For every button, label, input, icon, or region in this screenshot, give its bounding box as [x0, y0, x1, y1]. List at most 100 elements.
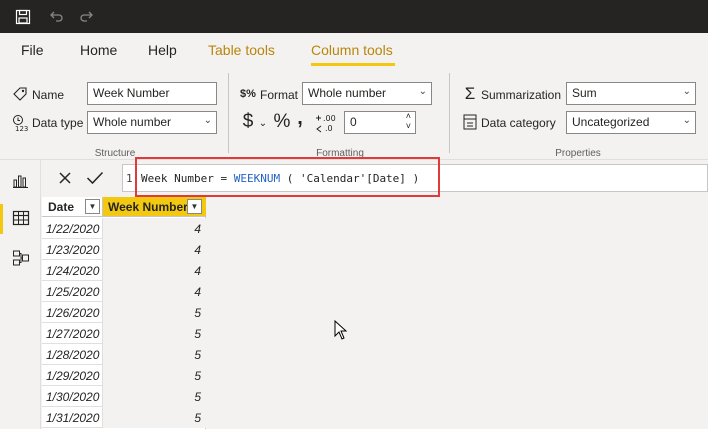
week-number-cell[interactable]: 4	[103, 239, 206, 260]
decimal-places-icon: .00.0	[314, 112, 338, 134]
name-label: Name	[32, 88, 65, 102]
formula-open-paren: (	[286, 172, 294, 185]
tab-help[interactable]: Help	[148, 42, 177, 58]
table-row[interactable]: 1/25/2020 4	[42, 281, 206, 302]
model-view-icon	[12, 249, 30, 270]
formula-argument: 'Calendar'[Date]	[299, 172, 406, 185]
svg-text:123: 123	[15, 125, 28, 132]
tab-column-tools[interactable]: Column tools	[311, 42, 393, 58]
data-category-icon	[462, 113, 478, 131]
formula-input[interactable]: 1 Week Number = WEEKNUM ( 'Calendar'[Dat…	[122, 164, 708, 192]
formula-close-paren: )	[412, 172, 420, 185]
chevron-down-icon: ⌄	[203, 115, 212, 126]
week-number-cell[interactable]: 4	[103, 281, 206, 302]
undo-icon[interactable]	[46, 7, 66, 27]
data-view-button[interactable]	[0, 200, 41, 238]
chevron-down-icon: ⌄	[418, 86, 427, 97]
week-number-cell[interactable]: 4	[103, 260, 206, 281]
week-number-cell[interactable]: 5	[103, 365, 206, 386]
decimal-places-value: 0	[350, 115, 357, 129]
mouse-cursor-icon	[334, 319, 348, 343]
empty-canvas	[207, 197, 708, 429]
currency-button[interactable]: $	[240, 111, 256, 133]
save-icon[interactable]	[13, 7, 33, 27]
week-number-cell[interactable]: 5	[103, 302, 206, 323]
week-number-cell[interactable]: 5	[103, 323, 206, 344]
summarization-select[interactable]: Sum ⌄	[566, 82, 696, 105]
formula-column-name: Week Number	[141, 172, 214, 185]
table-row[interactable]: 1/31/2020 5	[42, 407, 206, 428]
date-cell[interactable]: 1/30/2020	[42, 386, 103, 407]
week-number-cell[interactable]: 5	[103, 407, 206, 428]
group-divider	[449, 73, 450, 153]
date-cell[interactable]: 1/31/2020	[42, 407, 103, 428]
formula-bar: 1 Week Number = WEEKNUM ( 'Calendar'[Dat…	[42, 160, 708, 197]
chevron-down-icon[interactable]: ▼	[85, 199, 100, 214]
commit-formula-button[interactable]	[80, 164, 110, 194]
svg-text:.0: .0	[325, 124, 333, 133]
table-row[interactable]: 1/22/2020 4	[42, 218, 206, 239]
percent-button[interactable]: %	[272, 111, 292, 133]
chevron-down-icon: ⌄	[682, 115, 691, 126]
summarization-label: Summarization	[481, 88, 562, 102]
data-type-value: Whole number	[93, 115, 172, 129]
table-row[interactable]: 1/23/2020 4	[42, 239, 206, 260]
formula-function: WEEKNUM	[233, 172, 281, 185]
data-category-select[interactable]: Uncategorized ⌄	[566, 111, 696, 134]
spinner-down-icon[interactable]: ˅	[406, 121, 411, 131]
table-row[interactable]: 1/24/2020 4	[42, 260, 206, 281]
sigma-icon: Σ	[464, 84, 476, 103]
column-header-date[interactable]: Date ▼	[42, 197, 103, 217]
name-input[interactable]: Week Number	[87, 82, 217, 105]
comma-button[interactable]: ,	[295, 107, 305, 129]
svg-text:.00: .00	[323, 114, 336, 123]
title-bar	[0, 0, 708, 33]
data-table: Date ▼ Week Number ▼ 1/22/2020 4 1/23/2020…	[42, 197, 206, 429]
data-category-label: Data category	[481, 116, 556, 130]
week-number-cell[interactable]: 4	[103, 218, 206, 239]
tab-table-tools[interactable]: Table tools	[208, 42, 275, 58]
view-switcher	[0, 160, 41, 429]
tab-file[interactable]: File	[21, 42, 44, 58]
week-number-cell[interactable]: 5	[103, 386, 206, 407]
table-row[interactable]: 1/28/2020 5	[42, 344, 206, 365]
decimal-places-input[interactable]: 0 ˄ ˅	[344, 111, 416, 134]
redo-icon[interactable]	[77, 7, 97, 27]
table-row[interactable]: 1/26/2020 5	[42, 302, 206, 323]
formula-expression: Week Number = WEEKNUM ( 'Calendar'[Date]…	[141, 172, 419, 185]
date-cell[interactable]: 1/22/2020	[42, 218, 103, 239]
format-select[interactable]: Whole number ⌄	[302, 82, 432, 105]
date-cell[interactable]: 1/29/2020	[42, 365, 103, 386]
table-row[interactable]: 1/29/2020 5	[42, 365, 206, 386]
tab-home[interactable]: Home	[80, 42, 117, 58]
group-divider	[228, 73, 229, 153]
table-row[interactable]: 1/27/2020 5	[42, 323, 206, 344]
name-input-value: Week Number	[93, 86, 170, 100]
formatting-group-label: Formatting	[316, 148, 364, 159]
properties-group-label: Properties	[555, 148, 601, 159]
chevron-down-icon[interactable]: ⌄	[258, 117, 268, 129]
date-cell[interactable]: 1/25/2020	[42, 281, 103, 302]
format-value: Whole number	[308, 86, 387, 100]
week-number-cell[interactable]: 5	[103, 344, 206, 365]
date-cell[interactable]: 1/27/2020	[42, 323, 103, 344]
date-cell[interactable]: 1/26/2020	[42, 302, 103, 323]
cancel-formula-button[interactable]	[50, 164, 80, 194]
spinner-up-icon[interactable]: ˄	[406, 112, 411, 121]
report-view-button[interactable]	[0, 162, 41, 200]
column-header-week-number[interactable]: Week Number ▼	[103, 197, 206, 217]
data-type-select[interactable]: Whole number ⌄	[87, 111, 217, 134]
date-cell[interactable]: 1/23/2020	[42, 239, 103, 260]
column-header-label: Date	[48, 199, 75, 214]
date-cell[interactable]: 1/24/2020	[42, 260, 103, 281]
data-type-icon: 123	[11, 114, 31, 132]
data-category-value: Uncategorized	[572, 115, 650, 129]
data-type-label: Data type	[32, 116, 84, 130]
ribbon: Name Week Number 123 Data type Whole num…	[0, 67, 708, 160]
ribbon-tabs: File Home Help Table tools Column tools	[0, 33, 708, 67]
model-view-button[interactable]	[0, 240, 41, 278]
report-view-icon	[12, 171, 30, 192]
date-cell[interactable]: 1/28/2020	[42, 344, 103, 365]
table-row[interactable]: 1/30/2020 5	[42, 386, 206, 407]
chevron-down-icon[interactable]: ▼	[187, 199, 202, 214]
